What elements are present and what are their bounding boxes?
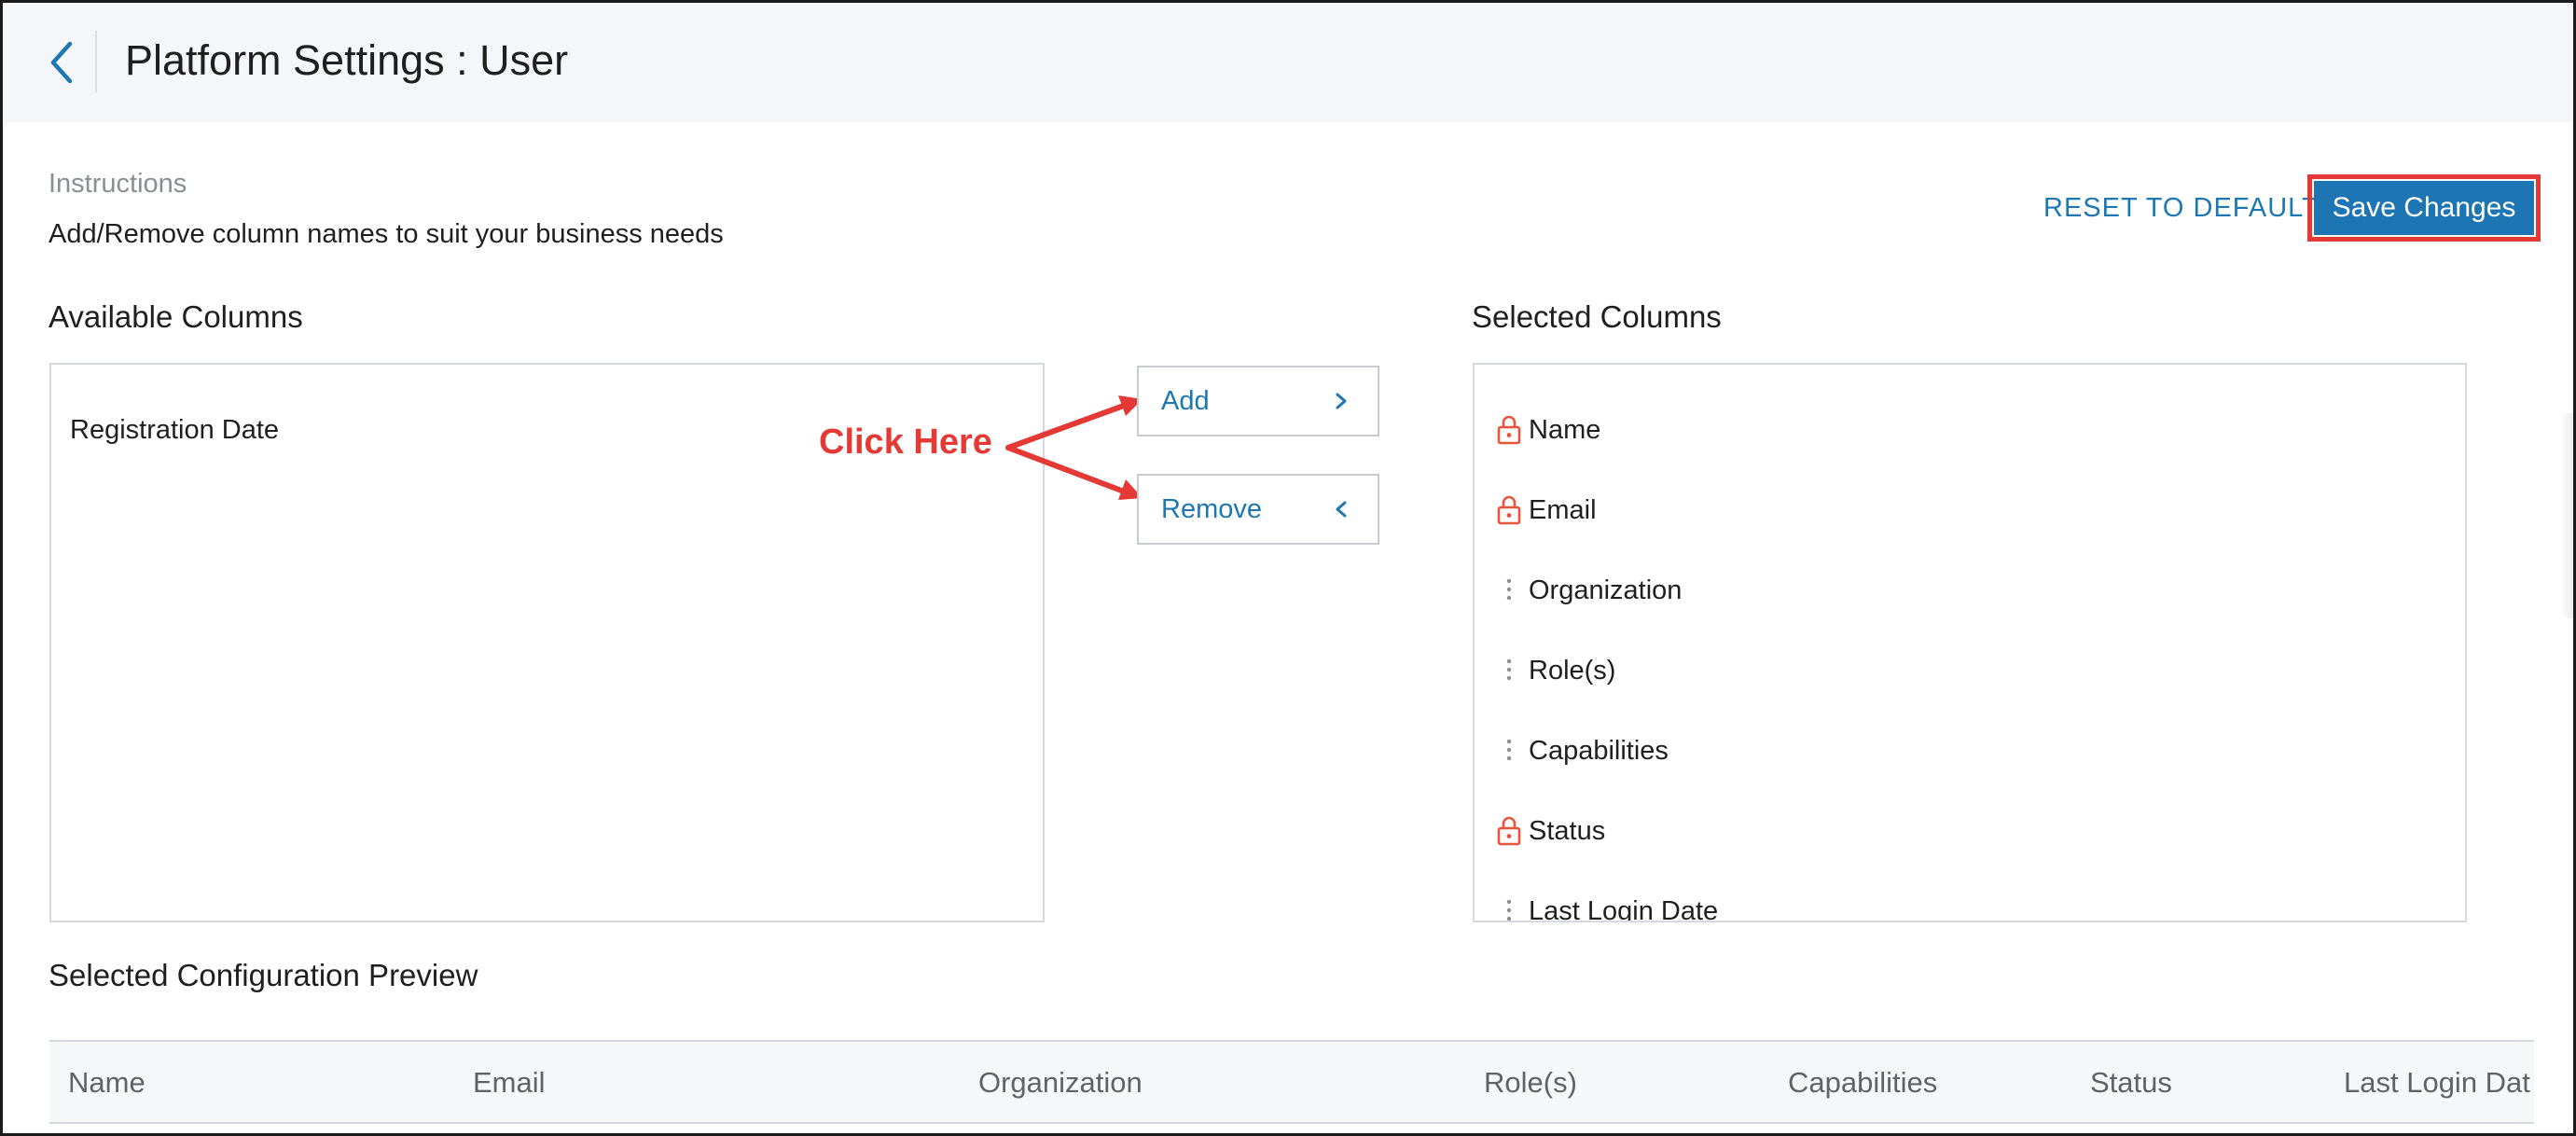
available-columns-title: Available Columns	[48, 299, 303, 334]
selected-columns-title: Selected Columns	[1472, 299, 1722, 334]
drag-handle-icon[interactable]	[1495, 733, 1523, 769]
reset-to-default-link[interactable]: RESET TO DEFAULT	[2043, 193, 2320, 224]
remove-button[interactable]: Remove	[1137, 474, 1379, 545]
drag-handle-icon[interactable]	[1495, 653, 1523, 688]
page-title: Platform Settings : User	[125, 36, 569, 84]
chevron-left-icon	[1336, 501, 1347, 518]
preview-table-header: Name Email Organization Role(s) Capabili…	[49, 1040, 2534, 1124]
drag-handle-icon[interactable]	[1495, 894, 1523, 921]
selected-column-label: Capabilities	[1529, 735, 1669, 766]
preview-column-header: Status	[2090, 1066, 2172, 1099]
instructions-text: Add/Remove column names to suit your bus…	[48, 219, 724, 249]
click-here-annotation: Click Here	[819, 423, 992, 462]
selected-column-label: Name	[1529, 414, 1601, 445]
save-changes-button[interactable]: Save Changes	[2314, 181, 2534, 235]
selected-columns-list[interactable]: Name Email Organization Role(s) Capabili…	[1473, 363, 2467, 922]
header-divider	[95, 31, 97, 92]
preview-column-header: Role(s)	[1484, 1066, 1577, 1099]
add-button-label: Add	[1161, 385, 1210, 416]
selected-column-label: Last Login Date	[1529, 895, 1719, 922]
lock-icon	[1495, 412, 1523, 448]
selected-column-item[interactable]: Email	[1495, 492, 1597, 529]
selected-column-item[interactable]: Organization	[1495, 572, 1682, 609]
selected-column-label: Status	[1529, 815, 1606, 846]
preview-column-header: Capabilities	[1788, 1066, 1938, 1099]
selected-column-item[interactable]: Status	[1495, 812, 1605, 850]
instructions-label: Instructions	[48, 169, 187, 199]
remove-button-label: Remove	[1161, 493, 1262, 524]
preview-column-header: Last Login Dat	[2344, 1066, 2530, 1099]
drag-handle-icon[interactable]	[1495, 573, 1523, 608]
selected-column-label: Email	[1529, 494, 1597, 525]
preview-column-header: Organization	[978, 1066, 1143, 1099]
preview-title: Selected Configuration Preview	[48, 958, 478, 992]
chevron-left-icon	[50, 41, 73, 84]
preview-column-header: Email	[473, 1066, 546, 1099]
edge-shadow	[2560, 413, 2573, 618]
selected-column-item[interactable]: Role(s)	[1495, 652, 1615, 689]
selected-column-label: Organization	[1529, 575, 1683, 605]
lock-icon	[1495, 492, 1523, 528]
chevron-right-icon	[1336, 393, 1347, 409]
add-button[interactable]: Add	[1137, 366, 1379, 436]
lock-icon	[1495, 813, 1523, 849]
selected-column-item[interactable]: Name	[1495, 411, 1600, 449]
selected-column-item[interactable]: Last Login Date	[1495, 893, 1719, 922]
app-frame: Platform Settings : User Instructions Ad…	[0, 0, 2576, 1136]
preview-column-header: Name	[68, 1066, 145, 1099]
selected-column-label: Role(s)	[1529, 655, 1616, 686]
back-button[interactable]	[42, 38, 83, 87]
selected-column-item[interactable]: Capabilities	[1495, 732, 1669, 769]
available-column-item[interactable]: Registration Date	[70, 415, 279, 446]
annotation-arrows	[1005, 395, 1143, 500]
page-header: Platform Settings : User	[3, 3, 2573, 122]
